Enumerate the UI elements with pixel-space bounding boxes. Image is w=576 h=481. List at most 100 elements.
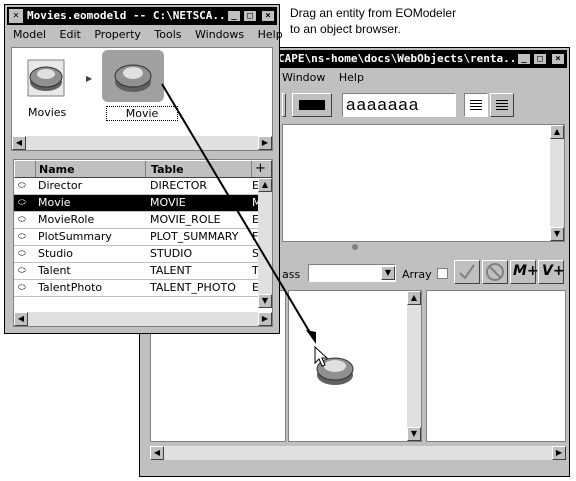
add-method-label: M+ <box>513 263 539 279</box>
object-browser-pane-2[interactable]: ▲ ▼ <box>288 290 422 442</box>
component-editor-area[interactable]: ▲ ▼ <box>282 124 565 242</box>
color-well[interactable] <box>292 93 332 117</box>
add-variable-button[interactable]: V+ <box>538 260 565 284</box>
editor-vertical-scrollbar[interactable]: ▲ ▼ <box>550 125 564 241</box>
add-column-icon[interactable]: + <box>255 161 266 176</box>
array-checkbox[interactable] <box>437 268 448 279</box>
table-row[interactable]: ⬭ TalentPhoto TALENT_PHOTO E <box>14 280 258 297</box>
header-table[interactable]: Table <box>151 162 184 177</box>
menu-help[interactable]: Help <box>258 28 283 41</box>
row-entity-icon: ⬭ <box>18 232 26 242</box>
class-combo-dropdown-icon[interactable]: ▼ <box>381 266 395 280</box>
entity-icon-selected[interactable] <box>102 50 164 102</box>
expand-arrow-icon: ▶ <box>86 74 93 83</box>
align-left-button[interactable] <box>464 93 488 117</box>
row-name: Talent <box>38 264 71 277</box>
validate-button[interactable] <box>454 260 480 284</box>
class-label: ass <box>282 268 301 281</box>
menu-property[interactable]: Property <box>94 28 141 41</box>
align-left-icon <box>470 100 482 101</box>
check-icon <box>459 264 475 280</box>
row-name: Studio <box>38 247 74 260</box>
table-vertical-scrollbar[interactable]: ▲ ▼ <box>258 178 272 308</box>
pane-2-scroll-up[interactable]: ▲ <box>407 291 421 305</box>
table-row[interactable]: ⬭ PlotSummary PLOT_SUMMARY F <box>14 229 258 246</box>
pane-2-scroll-down[interactable]: ▼ <box>407 427 421 441</box>
add-method-button[interactable]: M+ <box>510 260 539 284</box>
array-label: Array <box>402 268 432 281</box>
front-window-titlebar[interactable]: ✕ Movies.eomodeld -- C:\NETSCA... _ □ × <box>7 7 277 25</box>
mouse-pointer-icon <box>314 346 329 367</box>
scroll-down-arrow[interactable]: ▼ <box>550 227 564 241</box>
icon-browser-scrollbar[interactable]: ◀ ▶ <box>12 136 272 150</box>
close-button[interactable]: × <box>551 53 565 65</box>
menu-help[interactable]: Help <box>339 71 364 84</box>
font-size-sample: aaaaaaa <box>346 95 420 114</box>
browser-scroll-right[interactable]: ▶ <box>552 446 566 460</box>
front-window-menubar: Model Edit Property Tools Windows Help <box>13 26 283 44</box>
model-icon-browser[interactable]: Movies ▶ Movie ◀ ▶ <box>11 47 273 151</box>
row-table: PLOT_SUMMARY <box>150 230 239 243</box>
table-scroll-down[interactable]: ▼ <box>258 294 272 308</box>
table-body: ⬭ Director DIRECTOR E ⬭ Movie MOVIE M ⬭ … <box>14 178 258 308</box>
front-window-title: Movies.eomodeld -- C:\NETSCA... <box>27 9 233 22</box>
table-row-selected[interactable]: ⬭ Movie MOVIE M <box>14 195 258 212</box>
header-icon-column <box>15 161 36 177</box>
icon-scroll-right[interactable]: ▶ <box>258 136 272 150</box>
header-divider <box>145 161 146 177</box>
font-size-selector[interactable]: aaaaaaa <box>342 93 456 117</box>
header-name[interactable]: Name <box>39 162 75 177</box>
table-scroll-left[interactable]: ◀ <box>14 312 28 326</box>
row-table: MOVIE_ROLE <box>150 213 221 226</box>
align-center-button[interactable] <box>490 93 514 117</box>
browser-horizontal-scrollbar[interactable]: ◀ ▶ <box>150 446 566 460</box>
object-browser-pane-3[interactable] <box>426 290 566 442</box>
table-header: Name Table + <box>14 160 272 178</box>
class-combo[interactable]: ▼ <box>308 264 396 282</box>
menu-tools[interactable]: Tools <box>154 28 181 41</box>
menu-window[interactable]: Window <box>282 71 325 84</box>
table-row[interactable]: ⬭ Studio STUDIO S <box>14 246 258 263</box>
pane-2-scrollbar[interactable]: ▲ ▼ <box>407 291 421 441</box>
browser-scroll-left[interactable]: ◀ <box>150 446 164 460</box>
entity-table[interactable]: Name Table + ⬭ Director DIRECTOR E ⬭ Mov… <box>13 159 273 327</box>
maximize-button[interactable]: □ <box>533 53 547 65</box>
model-icon[interactable] <box>26 58 66 98</box>
menu-model[interactable]: Model <box>13 28 46 41</box>
maximize-button[interactable]: □ <box>243 10 257 22</box>
align-center-icon <box>496 100 508 101</box>
icon-scroll-left[interactable]: ◀ <box>12 136 26 150</box>
table-scroll-right[interactable]: ▶ <box>258 312 272 326</box>
row-entity-icon: ⬭ <box>18 249 26 259</box>
back-window-menubar: Window Help <box>282 69 567 87</box>
minimize-button[interactable]: _ <box>517 53 531 65</box>
row-table: MOVIE <box>150 196 186 209</box>
row-name: PlotSummary <box>38 230 112 243</box>
table-horizontal-scrollbar[interactable]: ◀ ▶ <box>14 312 272 326</box>
no-icon <box>486 263 504 281</box>
disable-button[interactable] <box>482 260 508 284</box>
splitter-handle[interactable] <box>352 244 358 250</box>
eomodeler-window[interactable]: ✕ Movies.eomodeld -- C:\NETSCA... _ □ × … <box>4 4 283 334</box>
row-table: STUDIO <box>150 247 193 260</box>
model-icon-label: Movies <box>28 106 67 119</box>
text-color-button[interactable] <box>282 93 286 117</box>
header-divider-2 <box>251 161 252 177</box>
close-button[interactable]: × <box>261 10 275 22</box>
row-entity-icon: ⬭ <box>18 266 26 276</box>
caption-line-1: Drag an entity from EOModeler <box>290 6 457 20</box>
table-scroll-up[interactable]: ▲ <box>258 178 272 192</box>
minimize-button[interactable]: _ <box>227 10 241 22</box>
scroll-up-arrow[interactable]: ▲ <box>550 125 564 139</box>
table-row[interactable]: ⬭ MovieRole MOVIE_ROLE E <box>14 212 258 229</box>
row-name: Director <box>38 179 83 192</box>
menu-edit[interactable]: Edit <box>60 28 81 41</box>
back-window-title: CAPE\ns-home\docs\WebObjects\renta... <box>278 52 524 65</box>
table-row[interactable]: ⬭ Talent TALENT T <box>14 263 258 280</box>
table-row[interactable]: ⬭ Director DIRECTOR E <box>14 178 258 195</box>
row-entity-icon: ⬭ <box>18 283 26 293</box>
row-name: Movie <box>38 196 71 209</box>
menu-windows[interactable]: Windows <box>195 28 244 41</box>
add-variable-label: V+ <box>542 263 565 279</box>
row-name: TalentPhoto <box>38 281 103 294</box>
